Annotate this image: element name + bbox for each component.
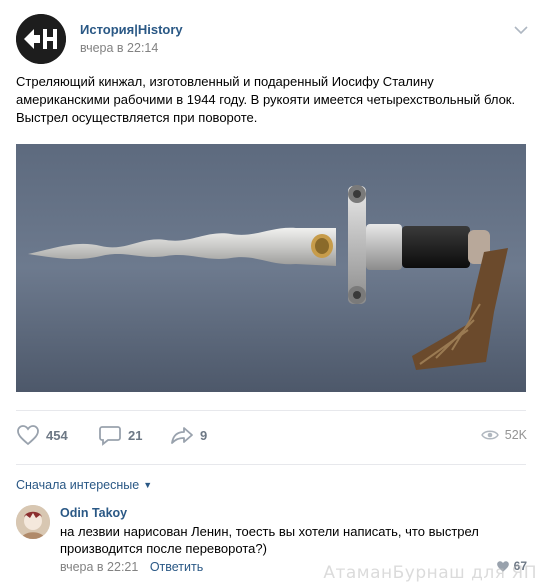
comments-sort-dropdown[interactable]: Сначала интересные ▼	[16, 478, 152, 492]
views-counter: 52K	[480, 428, 527, 442]
like-count: 454	[46, 427, 68, 443]
post-header: История|History вчера в 22:14	[16, 14, 529, 66]
chevron-down-icon: ▼	[143, 480, 153, 490]
post-time[interactable]: вчера в 22:14	[80, 41, 158, 55]
history-logo-icon	[16, 14, 66, 64]
comment-author[interactable]: Odin Takoy	[60, 506, 127, 520]
comment-button[interactable]: 21	[98, 424, 142, 446]
comment-avatar[interactable]	[16, 505, 50, 539]
watermark: АтаманБурнаш для ЯП	[323, 563, 537, 583]
community-name[interactable]: История|History	[80, 22, 183, 37]
post-text: Стреляющий кинжал, изготовленный и подар…	[16, 74, 516, 125]
user-avatar-icon	[16, 505, 50, 539]
post-photo[interactable]	[16, 144, 526, 392]
like-button[interactable]: 454	[16, 424, 68, 446]
views-count: 52K	[504, 428, 527, 442]
dagger-image	[16, 144, 526, 392]
share-button[interactable]: 9	[170, 424, 207, 446]
comment-meta: вчера в 22:21 Ответить	[60, 560, 203, 574]
comment-count: 21	[128, 427, 143, 443]
actions-divider	[16, 464, 526, 465]
post-divider	[16, 410, 526, 411]
comments-sort-label: Сначала интересные	[16, 478, 140, 492]
comment-time[interactable]: вчера в 22:21	[60, 560, 138, 574]
eye-icon	[480, 430, 499, 440]
community-avatar[interactable]	[16, 14, 66, 64]
share-count: 9	[200, 427, 208, 443]
reply-button[interactable]: Ответить	[150, 560, 203, 574]
post-actions: 454 21 9 52K	[16, 424, 529, 452]
heart-icon	[17, 425, 39, 446]
comment-icon	[99, 426, 121, 446]
comment-text: на лезвии нарисован Ленин, тоесть вы хот…	[60, 524, 479, 556]
chevron-down-icon[interactable]	[513, 24, 529, 36]
share-icon	[171, 427, 193, 444]
